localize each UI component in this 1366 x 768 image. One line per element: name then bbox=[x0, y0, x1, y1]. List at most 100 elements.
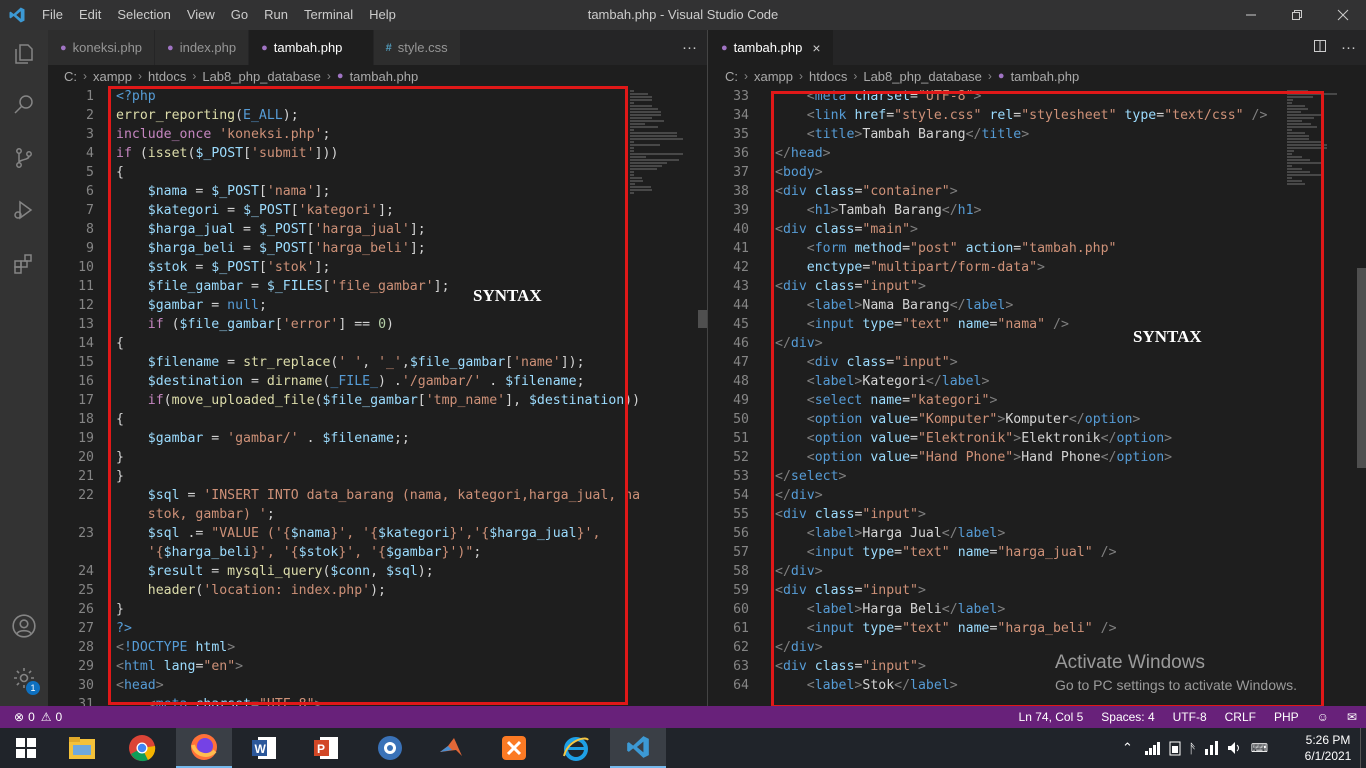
code-line[interactable]: 57 <input type="text" name="harga_jual" … bbox=[709, 543, 1267, 562]
breadcrumb-item[interactable]: Lab8_php_database bbox=[202, 69, 321, 84]
code-line[interactable]: 51 <option value="Elektronik">Elektronik… bbox=[709, 429, 1267, 448]
code-line[interactable]: 20} bbox=[48, 448, 640, 467]
code-line[interactable]: 3 include_once 'koneksi.php'; bbox=[48, 125, 640, 144]
code-line[interactable]: 29 <html lang="en"> bbox=[48, 657, 640, 676]
code-line[interactable]: 50 <option value="Komputer">Komputer</op… bbox=[709, 410, 1267, 429]
code-line[interactable]: '{$harga_beli}', '{$stok}', '{$gambar}')… bbox=[48, 543, 640, 562]
code-line[interactable]: 30 <head> bbox=[48, 676, 640, 695]
code-line[interactable]: 6 $nama = $_POST['nama']; bbox=[48, 182, 640, 201]
code-line[interactable]: 33 <meta charset="UTF-8"> bbox=[709, 87, 1267, 106]
code-line[interactable]: 43 <div class="input"> bbox=[709, 277, 1267, 296]
code-line[interactable]: 55 <div class="input"> bbox=[709, 505, 1267, 524]
code-line[interactable]: 41 <form method="post" action="tambah.ph… bbox=[709, 239, 1267, 258]
more-actions-icon[interactable]: ··· bbox=[1341, 39, 1356, 56]
scrollbar-right[interactable] bbox=[1357, 268, 1366, 468]
code-line[interactable]: 4 if (isset($_POST['submit'])) bbox=[48, 144, 640, 163]
code-line[interactable]: 1 <?php bbox=[48, 87, 640, 106]
code-line[interactable]: 16 $destination = dirname(_FILE_) .'/gam… bbox=[48, 372, 640, 391]
more-actions-icon[interactable]: ··· bbox=[682, 39, 697, 56]
code-line[interactable]: 36 </head> bbox=[709, 144, 1267, 163]
breadcrumb-item[interactable]: htdocs bbox=[809, 69, 847, 84]
cursor-position[interactable]: Ln 74, Col 5 bbox=[1010, 710, 1093, 724]
code-editor-left[interactable]: 1 <?php 2 error_reporting(E_ALL); 3 include_o… bbox=[48, 87, 640, 706]
code-line[interactable]: 40 <div class="main"> bbox=[709, 220, 1267, 239]
menu-run[interactable]: Run bbox=[256, 0, 296, 30]
code-line[interactable]: 7 $kategori = $_POST['kategori']; bbox=[48, 201, 640, 220]
minimize-button[interactable] bbox=[1228, 0, 1274, 30]
code-line[interactable]: 18 { bbox=[48, 410, 640, 429]
menu-edit[interactable]: Edit bbox=[71, 0, 109, 30]
code-line[interactable]: 37 <body> bbox=[709, 163, 1267, 182]
menu-file[interactable]: File bbox=[34, 0, 71, 30]
code-line[interactable]: 11 $file_gambar = $_FILES['file_gambar']… bbox=[48, 277, 640, 296]
breadcrumb-item[interactable]: Lab8_php_database bbox=[863, 69, 982, 84]
code-line[interactable]: 22 $sql = 'INSERT INTO data_barang (nama… bbox=[48, 486, 640, 505]
keyboard-icon[interactable]: ⌨ bbox=[1251, 741, 1268, 755]
run-debug-icon[interactable] bbox=[0, 186, 48, 234]
code-line[interactable]: 14 { bbox=[48, 334, 640, 353]
minimap-left[interactable] bbox=[630, 90, 690, 195]
feedback-icon[interactable]: ☺ bbox=[1308, 710, 1338, 724]
split-editor-icon[interactable] bbox=[1313, 39, 1327, 57]
breadcrumb-item[interactable]: xampp bbox=[754, 69, 793, 84]
firefox-icon[interactable] bbox=[176, 728, 232, 768]
explorer-icon[interactable] bbox=[0, 30, 48, 78]
code-line[interactable]: 59 <div class="input"> bbox=[709, 581, 1267, 600]
code-editor-right[interactable]: 33 <meta charset="UTF-8"> 34 <link href="… bbox=[709, 87, 1267, 695]
tab-style-css[interactable]: # style.css bbox=[373, 30, 461, 65]
code-line[interactable]: 10 $stok = $_POST['stok']; bbox=[48, 258, 640, 277]
code-line[interactable]: 17 if(move_uploaded_file($file_gambar['t… bbox=[48, 391, 640, 410]
code-line[interactable]: 8 $harga_jual = $_POST['harga_jual']; bbox=[48, 220, 640, 239]
minimap-right[interactable] bbox=[1287, 90, 1347, 186]
search-icon[interactable] bbox=[0, 80, 48, 128]
internet-explorer-icon[interactable] bbox=[548, 728, 604, 768]
file-explorer-icon[interactable] bbox=[54, 728, 110, 768]
code-line[interactable]: 9 $harga_beli = $_POST['harga_beli']; bbox=[48, 239, 640, 258]
powerpoint-icon[interactable]: P bbox=[298, 728, 354, 768]
tab-close-icon[interactable]: × bbox=[812, 40, 820, 56]
cpu-z-icon[interactable] bbox=[362, 728, 418, 768]
problems-indicator[interactable]: ⊗ 0 ⚠ 0 bbox=[0, 710, 62, 724]
code-line[interactable]: 21} bbox=[48, 467, 640, 486]
scrollbar-left[interactable] bbox=[698, 310, 707, 328]
breadcrumb-item[interactable]: C: bbox=[64, 69, 77, 84]
code-line[interactable]: 38 <div class="container"> bbox=[709, 182, 1267, 201]
chevron-up-icon[interactable]: ⌃ bbox=[1122, 740, 1133, 756]
code-line[interactable]: 49 <select name="kategori"> bbox=[709, 391, 1267, 410]
breadcrumb-item[interactable]: tambah.php bbox=[1011, 69, 1080, 84]
extensions-icon[interactable] bbox=[0, 240, 48, 288]
tab-index-php[interactable]: ● index.php bbox=[155, 30, 250, 65]
code-line[interactable]: 2 error_reporting(E_ALL); bbox=[48, 106, 640, 125]
code-line[interactable]: 26} bbox=[48, 600, 640, 619]
breadcrumb-item[interactable]: htdocs bbox=[148, 69, 186, 84]
chrome-icon[interactable] bbox=[114, 728, 170, 768]
code-line[interactable]: 24 $result = mysqli_query($conn, $sql); bbox=[48, 562, 640, 581]
bluetooth-icon[interactable]: ᚫ bbox=[1189, 741, 1197, 756]
vscode-icon[interactable] bbox=[610, 728, 666, 768]
show-desktop-button[interactable] bbox=[1360, 728, 1366, 768]
tab-tambah-php-right[interactable]: ● tambah.php × bbox=[709, 30, 834, 65]
line-ending[interactable]: CRLF bbox=[1216, 710, 1265, 724]
code-line[interactable]: 58 </div> bbox=[709, 562, 1267, 581]
source-control-icon[interactable] bbox=[0, 134, 48, 182]
code-line[interactable]: 39 <h1>Tambah Barang</h1> bbox=[709, 201, 1267, 220]
breadcrumb-item[interactable]: tambah.php bbox=[350, 69, 419, 84]
restore-button[interactable] bbox=[1274, 0, 1320, 30]
code-line[interactable]: 48 <label>Kategori</label> bbox=[709, 372, 1267, 391]
language-mode[interactable]: PHP bbox=[1265, 710, 1308, 724]
code-line[interactable]: 60 <label>Harga Beli</label> bbox=[709, 600, 1267, 619]
code-line[interactable]: 27 ?> bbox=[48, 619, 640, 638]
code-line[interactable]: 35 <title>Tambah Barang</title> bbox=[709, 125, 1267, 144]
close-window-button[interactable] bbox=[1320, 0, 1366, 30]
code-line[interactable]: 44 <label>Nama Barang</label> bbox=[709, 296, 1267, 315]
xampp-icon[interactable] bbox=[486, 728, 542, 768]
code-line[interactable]: 56 <label>Harga Jual</label> bbox=[709, 524, 1267, 543]
encoding[interactable]: UTF-8 bbox=[1164, 710, 1216, 724]
code-line[interactable]: 15 $filename = str_replace(' ', '_',$fil… bbox=[48, 353, 640, 372]
menu-view[interactable]: View bbox=[179, 0, 223, 30]
account-icon[interactable] bbox=[0, 602, 48, 650]
code-line[interactable]: 31 <meta charset="UTF-8"> bbox=[48, 695, 640, 706]
code-line[interactable]: 12 $gambar = null; bbox=[48, 296, 640, 315]
breadcrumb-item[interactable]: xampp bbox=[93, 69, 132, 84]
code-line[interactable]: 52 <option value="Hand Phone">Hand Phone… bbox=[709, 448, 1267, 467]
